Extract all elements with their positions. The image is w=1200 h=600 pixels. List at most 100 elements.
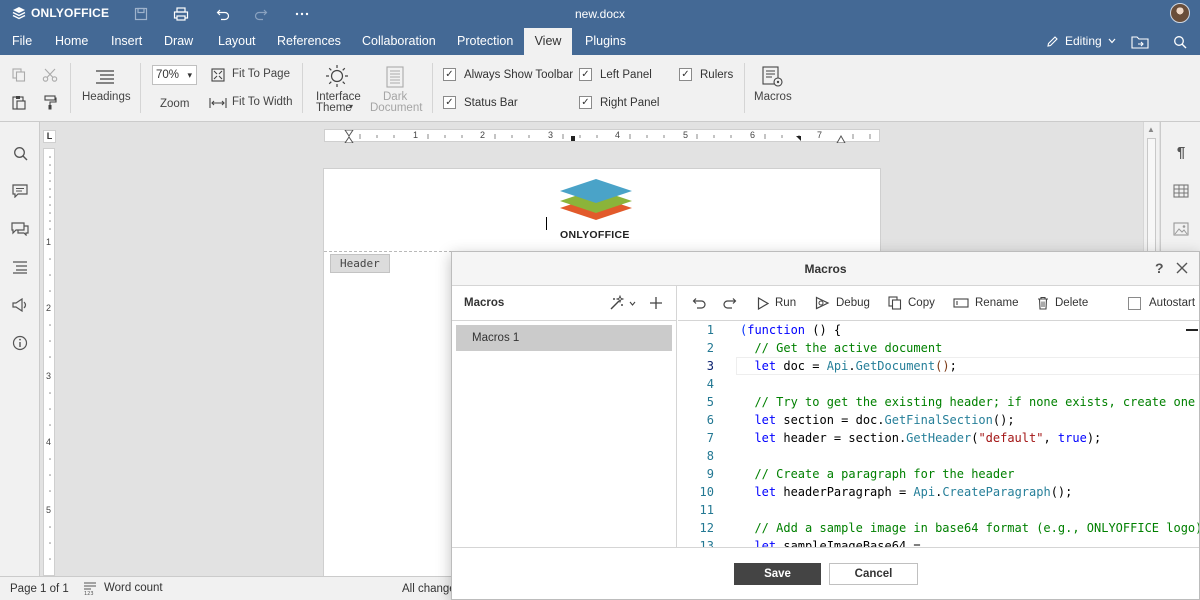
search-icon[interactable] bbox=[1170, 33, 1190, 51]
chat-icon[interactable] bbox=[9, 218, 31, 240]
tab-plugins[interactable]: Plugins bbox=[575, 28, 636, 55]
tab-home[interactable]: Home bbox=[45, 28, 98, 55]
redo-icon[interactable] bbox=[250, 4, 272, 24]
macros-button-label[interactable]: Macros bbox=[754, 91, 792, 103]
ruler-number: 5 bbox=[46, 505, 52, 515]
headings-icon[interactable] bbox=[93, 66, 117, 88]
always-show-toolbar-checkbox[interactable]: ✓ Always Show Toolbar bbox=[443, 68, 573, 81]
open-location-icon[interactable] bbox=[1130, 33, 1150, 51]
ruler-number: 6 bbox=[750, 130, 756, 140]
fit-to-page-button[interactable]: Fit To Page bbox=[232, 68, 290, 80]
table-settings-icon[interactable] bbox=[1171, 181, 1191, 201]
tab-references[interactable]: References bbox=[267, 28, 351, 55]
user-avatar[interactable] bbox=[1170, 3, 1190, 23]
left-panel-checkbox[interactable]: ✓ Left Panel bbox=[579, 68, 652, 81]
copy-button[interactable]: Copy bbox=[888, 294, 935, 312]
print-icon[interactable] bbox=[170, 4, 192, 24]
tab-collaboration[interactable]: Collaboration bbox=[352, 28, 446, 55]
code-line: let doc = Api.GetDocument(); bbox=[740, 359, 957, 373]
tab-view[interactable]: View bbox=[524, 28, 572, 55]
magic-wand-icon bbox=[610, 295, 625, 310]
run-button[interactable]: Run bbox=[757, 294, 796, 312]
code-line: let headerParagraph = Api.CreateParagrap… bbox=[740, 485, 1073, 499]
macro-item-selected[interactable]: Macros 1 bbox=[456, 325, 672, 351]
vertical-ruler[interactable]: 1 2 3 4 5 bbox=[43, 148, 55, 576]
redo-icon bbox=[723, 298, 737, 309]
macro-editor-toolbar: Run Debug Copy Rename Delete Autostart bbox=[678, 286, 1199, 321]
fit-to-page-icon[interactable] bbox=[210, 67, 226, 83]
fit-to-width-icon[interactable] bbox=[208, 96, 228, 110]
dialog-title: Macros bbox=[804, 262, 847, 276]
chevron-down-icon bbox=[1108, 38, 1116, 44]
format-painter-icon[interactable] bbox=[41, 94, 59, 110]
macros-icon[interactable] bbox=[762, 65, 784, 89]
header-tag: Header bbox=[330, 254, 390, 273]
text-cursor bbox=[546, 217, 547, 230]
help-icon[interactable]: ? bbox=[1155, 260, 1164, 276]
scroll-up-icon[interactable]: ▲ bbox=[1147, 125, 1155, 134]
tab-file[interactable]: File bbox=[2, 28, 42, 55]
rename-label: Rename bbox=[975, 297, 1019, 309]
autostart-checkbox[interactable]: Autostart bbox=[1128, 294, 1195, 312]
scrollbar-thumb[interactable] bbox=[1147, 138, 1156, 258]
paste-icon[interactable] bbox=[10, 94, 28, 110]
tab-insert[interactable]: Insert bbox=[101, 28, 152, 55]
redo-button[interactable] bbox=[722, 294, 737, 312]
copy-icon[interactable] bbox=[10, 67, 28, 83]
interface-theme-icon[interactable] bbox=[325, 64, 349, 88]
dialog-header[interactable]: Macros ? bbox=[452, 252, 1199, 286]
rulers-checkbox[interactable]: ✓ Rulers bbox=[679, 68, 733, 81]
save-button[interactable]: Save bbox=[734, 563, 821, 585]
ribbon-divider bbox=[432, 63, 433, 113]
more-icon[interactable] bbox=[291, 4, 313, 24]
fit-to-width-button[interactable]: Fit To Width bbox=[232, 96, 293, 108]
about-icon[interactable] bbox=[9, 332, 31, 354]
paragraph-settings-icon[interactable]: ¶ bbox=[1171, 142, 1191, 162]
delete-button[interactable]: Delete bbox=[1037, 294, 1088, 312]
horizontal-ruler[interactable]: 1 2 3 4 5 6 7 bbox=[324, 129, 880, 144]
ruler-number: 7 bbox=[817, 130, 823, 140]
line-number: 8 bbox=[706, 449, 714, 463]
save-icon[interactable] bbox=[130, 4, 152, 24]
dialog-footer: Save Cancel bbox=[452, 547, 1199, 599]
headings-button-label[interactable]: Headings bbox=[82, 91, 131, 103]
ruler-number: 3 bbox=[548, 130, 554, 140]
status-bar-checkbox[interactable]: ✓ Status Bar bbox=[443, 96, 518, 109]
tab-layout[interactable]: Layout bbox=[208, 28, 266, 55]
navigation-icon[interactable] bbox=[9, 256, 31, 278]
line-number: 4 bbox=[706, 377, 714, 391]
ruler-number: 4 bbox=[615, 130, 621, 140]
undo-button[interactable] bbox=[692, 294, 707, 312]
code-line: // Create a paragraph for the header bbox=[740, 467, 1015, 481]
app-logo: ONLYOFFICE bbox=[12, 6, 109, 20]
image-settings-icon[interactable] bbox=[1171, 219, 1191, 239]
line-number: 9 bbox=[706, 467, 714, 481]
ai-macro-button[interactable] bbox=[609, 295, 636, 311]
cut-icon[interactable] bbox=[41, 67, 59, 83]
undo-icon[interactable] bbox=[212, 4, 234, 24]
tab-protection[interactable]: Protection bbox=[447, 28, 523, 55]
page-indicator[interactable]: Page 1 of 1 bbox=[10, 583, 69, 595]
editing-mode-button[interactable]: Editing bbox=[1046, 34, 1116, 48]
right-panel-checkbox[interactable]: ✓ Right Panel bbox=[579, 96, 659, 109]
add-macro-icon[interactable] bbox=[649, 296, 663, 310]
line-number: 13 bbox=[699, 539, 714, 547]
ribbon-toolbar: Headings 70% ▾ Zoom Fit To Page Fit To W… bbox=[0, 55, 1200, 122]
word-count-button[interactable]: Word count bbox=[104, 582, 163, 594]
delete-label: Delete bbox=[1055, 297, 1089, 309]
feedback-icon[interactable] bbox=[9, 294, 31, 316]
ruler-number: 3 bbox=[46, 371, 52, 381]
comments-icon[interactable] bbox=[9, 180, 31, 202]
tab-stop-selector[interactable]: L bbox=[43, 130, 56, 143]
svg-text:123: 123 bbox=[84, 591, 94, 595]
cancel-button[interactable]: Cancel bbox=[829, 563, 918, 585]
close-icon[interactable] bbox=[1174, 260, 1190, 276]
search-icon[interactable] bbox=[9, 142, 31, 164]
macros-list-header: Macros bbox=[452, 286, 677, 321]
code-editor[interactable]: 1 2 3 4 5 6 7 8 9 10 11 12 13 (function … bbox=[678, 321, 1199, 547]
tab-draw[interactable]: Draw bbox=[154, 28, 203, 55]
zoom-select[interactable]: 70% ▾ bbox=[152, 65, 197, 85]
rename-button[interactable]: Rename bbox=[953, 294, 1018, 312]
debug-button[interactable]: Debug bbox=[815, 294, 870, 312]
interface-theme-label-2[interactable]: Theme bbox=[316, 102, 352, 114]
